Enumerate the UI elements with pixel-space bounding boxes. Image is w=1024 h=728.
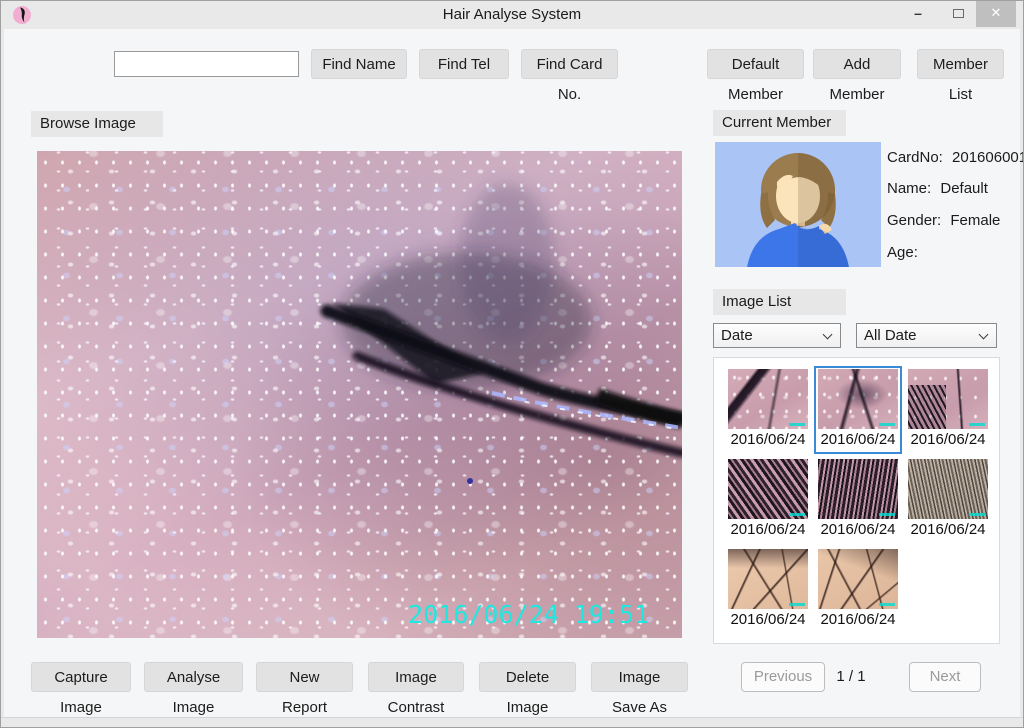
thumbnail-7[interactable]: 2016/06/24 (724, 546, 812, 634)
microscope-image: 2016/06/24 19:51 (37, 151, 682, 638)
window-frame-bottom (1, 717, 1023, 727)
gender-label: Gender: (887, 212, 941, 229)
thumbnail-1-image (728, 369, 808, 429)
image-contrast-button[interactable]: Image Contrast (368, 662, 464, 692)
chevron-down-icon (823, 330, 833, 340)
thumbnail-1[interactable]: 2016/06/24 (724, 366, 812, 454)
thumbnail-8[interactable]: 2016/06/24 (814, 546, 902, 634)
sort-dropdown-value: Date (721, 327, 753, 344)
hair-strands-overlay: 2016/06/24 19:51 (37, 151, 682, 638)
thumbnail-3-date: 2016/06/24 (904, 431, 992, 448)
current-member-label: Current Member (713, 110, 846, 136)
member-age-row: Age: (887, 244, 927, 262)
name-value: Default (940, 180, 988, 197)
chevron-down-icon (979, 330, 989, 340)
minimize-button[interactable]: – (901, 1, 935, 27)
thumbnail-8-date: 2016/06/24 (814, 611, 902, 628)
titlebar: Hair Analyse System – ✕ (1, 1, 1023, 29)
thumbnail-8-image (818, 549, 898, 609)
name-label: Name: (887, 180, 931, 197)
cardno-label: CardNo: (887, 149, 943, 166)
delete-image-button[interactable]: Delete Image (479, 662, 576, 692)
find-card-button[interactable]: Find Card No. (521, 49, 618, 79)
window-title: Hair Analyse System (1, 1, 1023, 29)
thumbnail-6-image (908, 459, 988, 519)
thumbnail-1-date: 2016/06/24 (724, 431, 812, 448)
thumbnail-4-image (728, 459, 808, 519)
thumbnail-panel: 2016/06/24 2016/06/24 2016/06/24 2016/06… (713, 357, 1000, 644)
next-button[interactable]: Next (909, 662, 981, 692)
add-member-button[interactable]: Add Member (813, 49, 901, 79)
app-window: Hair Analyse System – ✕ Find Name Find T… (0, 0, 1024, 728)
image-timestamp: 2016/06/24 19:51 (408, 600, 649, 629)
date-filter-dropdown[interactable]: All Date (856, 323, 997, 348)
find-tel-button[interactable]: Find Tel (419, 49, 509, 79)
previous-button[interactable]: Previous (741, 662, 825, 692)
thumbnail-7-image (728, 549, 808, 609)
image-list-label: Image List (713, 289, 846, 315)
new-report-button[interactable]: New Report (256, 662, 353, 692)
member-cardno-row: CardNo: 201606001 (887, 149, 1024, 167)
search-input[interactable] (114, 51, 299, 77)
thumbnail-7-date: 2016/06/24 (724, 611, 812, 628)
thumbnail-6-date: 2016/06/24 (904, 521, 992, 538)
image-save-as-button[interactable]: Image Save As (591, 662, 688, 692)
cardno-value: 201606001 (952, 149, 1024, 166)
member-list-button[interactable]: Member List (917, 49, 1004, 79)
find-name-button[interactable]: Find Name (311, 49, 407, 79)
capture-image-button[interactable]: Capture Image (31, 662, 131, 692)
browse-image-label: Browse Image (31, 111, 163, 137)
thumbnail-4-date: 2016/06/24 (724, 521, 812, 538)
close-button[interactable]: ✕ (976, 1, 1016, 27)
thumbnail-3-image (908, 369, 988, 429)
sort-dropdown[interactable]: Date (713, 323, 841, 348)
member-avatar (715, 142, 881, 267)
page-indicator: 1 / 1 (825, 662, 877, 692)
thumbnail-6[interactable]: 2016/06/24 (904, 456, 992, 544)
maximize-button[interactable] (941, 1, 975, 27)
thumbnail-2-date: 2016/06/24 (816, 431, 900, 448)
thumbnail-4[interactable]: 2016/06/24 (724, 456, 812, 544)
thumbnail-5-image (818, 459, 898, 519)
maximize-icon (953, 9, 964, 18)
default-member-button[interactable]: Default Member (707, 49, 804, 79)
thumbnail-2-selected[interactable]: 2016/06/24 (814, 366, 902, 454)
age-label: Age: (887, 244, 918, 261)
member-name-row: Name: Default (887, 180, 988, 198)
analyse-image-button[interactable]: Analyse Image (144, 662, 243, 692)
date-filter-value: All Date (864, 327, 917, 344)
thumbnail-5-date: 2016/06/24 (814, 521, 902, 538)
member-gender-row: Gender: Female (887, 212, 1000, 230)
thumbnail-3[interactable]: 2016/06/24 (904, 366, 992, 454)
gender-value: Female (950, 212, 1000, 229)
thumbnail-2-image (818, 369, 898, 429)
thumbnail-5[interactable]: 2016/06/24 (814, 456, 902, 544)
